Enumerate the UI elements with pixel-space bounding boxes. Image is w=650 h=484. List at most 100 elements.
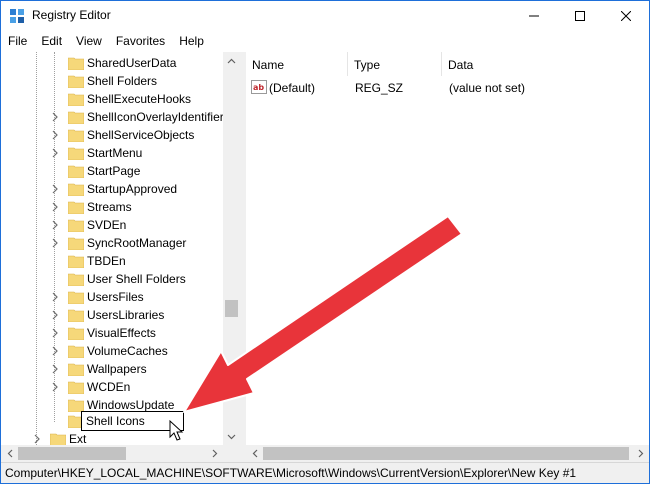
chevron-right-icon[interactable] bbox=[32, 434, 42, 444]
minimize-button[interactable] bbox=[511, 1, 557, 31]
tree-item[interactable]: Shell Folders bbox=[1, 72, 223, 90]
folder-icon bbox=[68, 381, 84, 394]
registry-editor-icon bbox=[10, 9, 24, 23]
chevron-right-icon[interactable] bbox=[50, 112, 60, 122]
tree-item-label: SharedUserData bbox=[87, 56, 177, 70]
key-tree-pane[interactable]: SharedUserData Shell Folders ShellExecuteH… bbox=[1, 52, 240, 445]
rename-key-input[interactable] bbox=[81, 411, 184, 431]
folder-icon bbox=[50, 433, 66, 445]
tree-item[interactable]: ShellServiceObjects bbox=[1, 126, 223, 144]
value-data: (value not set) bbox=[449, 81, 526, 95]
tree-horizontal-scrollbar[interactable] bbox=[1, 445, 240, 462]
tree-item[interactable]: UsersFiles bbox=[1, 288, 223, 306]
chevron-right-icon[interactable] bbox=[50, 310, 60, 320]
chevron-left-icon bbox=[7, 449, 12, 458]
folder-icon bbox=[68, 345, 84, 358]
tree-item[interactable]: UsersLibraries bbox=[1, 306, 223, 324]
scroll-right-button[interactable] bbox=[632, 445, 649, 462]
chevron-right-icon[interactable] bbox=[50, 220, 60, 230]
chevron-right-icon[interactable] bbox=[50, 364, 60, 374]
tree-item-label: ShellIconOverlayIdentifier bbox=[87, 110, 224, 124]
scrollbar-thumb[interactable] bbox=[18, 447, 126, 460]
tree-item[interactable]: Streams bbox=[1, 198, 223, 216]
tree-item[interactable]: ShellExecuteHooks bbox=[1, 90, 223, 108]
close-icon bbox=[621, 11, 631, 21]
folder-icon bbox=[68, 363, 84, 376]
tree-item[interactable]: StartupApproved bbox=[1, 180, 223, 198]
scroll-up-button[interactable] bbox=[223, 52, 240, 69]
chevron-right-icon[interactable] bbox=[50, 292, 60, 302]
scroll-right-button[interactable] bbox=[206, 445, 223, 462]
scroll-left-button[interactable] bbox=[1, 445, 18, 462]
tree-item-label: SVDEn bbox=[87, 218, 127, 232]
chevron-right-icon bbox=[212, 449, 217, 458]
tree-item[interactable]: TBDEn bbox=[1, 252, 223, 270]
chevron-down-icon bbox=[227, 434, 236, 439]
folder-icon bbox=[68, 219, 84, 232]
svg-text:ab: ab bbox=[253, 83, 264, 92]
menu-edit[interactable]: Edit bbox=[34, 31, 69, 51]
folder-icon bbox=[68, 183, 84, 196]
chevron-right-icon[interactable] bbox=[50, 148, 60, 158]
chevron-right-icon[interactable] bbox=[50, 382, 60, 392]
tree-item-label: UsersFiles bbox=[87, 290, 144, 304]
tree-item[interactable]: ShellIconOverlayIdentifier bbox=[1, 108, 224, 126]
scroll-left-button[interactable] bbox=[246, 445, 263, 462]
tree-item-label: User Shell Folders bbox=[87, 272, 186, 286]
chevron-right-icon[interactable] bbox=[50, 202, 60, 212]
tree-item[interactable]: StartPage bbox=[1, 162, 223, 180]
string-value-icon: ab bbox=[251, 80, 267, 94]
chevron-right-icon[interactable] bbox=[50, 346, 60, 356]
close-button[interactable] bbox=[603, 1, 649, 31]
folder-icon bbox=[68, 147, 84, 160]
chevron-right-icon bbox=[638, 449, 643, 458]
tree-item-label: VolumeCaches bbox=[87, 344, 168, 358]
chevron-up-icon bbox=[227, 58, 236, 63]
values-horizontal-scrollbar[interactable] bbox=[246, 445, 649, 462]
tree-item-label: StartMenu bbox=[87, 146, 143, 160]
menu-view[interactable]: View bbox=[69, 31, 109, 51]
tree-item[interactable]: User Shell Folders bbox=[1, 270, 223, 288]
column-header-type[interactable]: Type bbox=[348, 52, 442, 76]
values-list-pane[interactable]: Name Type Data ab (Default) REG_SZ (valu… bbox=[246, 52, 649, 445]
minimize-icon bbox=[529, 15, 539, 17]
folder-icon bbox=[68, 327, 84, 340]
folder-icon bbox=[68, 399, 84, 412]
scroll-down-button[interactable] bbox=[223, 428, 240, 445]
tree-item[interactable]: VisualEffects bbox=[1, 324, 223, 342]
tree-item[interactable]: VolumeCaches bbox=[1, 342, 223, 360]
folder-icon bbox=[68, 129, 84, 142]
chevron-right-icon[interactable] bbox=[50, 130, 60, 140]
menu-favorites[interactable]: Favorites bbox=[109, 31, 172, 51]
folder-icon bbox=[68, 165, 84, 178]
tree-item[interactable]: WCDEn bbox=[1, 378, 223, 396]
menu-file[interactable]: File bbox=[1, 31, 34, 51]
menu-help[interactable]: Help bbox=[172, 31, 211, 51]
column-header-data[interactable]: Data bbox=[442, 52, 649, 76]
tree-item[interactable]: StartMenu bbox=[1, 144, 223, 162]
tree-item[interactable]: SharedUserData bbox=[1, 54, 223, 72]
maximize-icon bbox=[575, 11, 585, 21]
tree-item-ext[interactable]: Ext bbox=[1, 430, 223, 445]
tree-item-label: VisualEffects bbox=[87, 326, 156, 340]
chevron-right-icon[interactable] bbox=[50, 328, 60, 338]
title-bar[interactable]: Registry Editor bbox=[1, 1, 649, 31]
tree-item[interactable]: SyncRootManager bbox=[1, 234, 223, 252]
tree-item[interactable]: Wallpapers bbox=[1, 360, 223, 378]
maximize-button[interactable] bbox=[557, 1, 603, 31]
column-header-name[interactable]: Name bbox=[246, 52, 348, 76]
tree-item-label: ShellExecuteHooks bbox=[87, 92, 192, 106]
tree-vertical-scrollbar[interactable] bbox=[223, 52, 240, 445]
status-bar-path: Computer\HKEY_LOCAL_MACHINE\SOFTWARE\Mic… bbox=[1, 462, 649, 483]
folder-icon bbox=[68, 255, 84, 268]
tree-item-label: TBDEn bbox=[87, 254, 126, 268]
tree-item-label: ShellServiceObjects bbox=[87, 128, 195, 142]
chevron-right-icon[interactable] bbox=[50, 184, 60, 194]
chevron-right-icon[interactable] bbox=[50, 238, 60, 248]
scrollbar-thumb[interactable] bbox=[263, 447, 629, 460]
tree-item-label: Streams bbox=[87, 200, 132, 214]
tree-item-label: WCDEn bbox=[87, 380, 131, 394]
value-row[interactable]: ab (Default) REG_SZ (value not set) bbox=[246, 78, 649, 96]
tree-item[interactable]: SVDEn bbox=[1, 216, 223, 234]
scrollbar-thumb[interactable] bbox=[225, 300, 238, 317]
